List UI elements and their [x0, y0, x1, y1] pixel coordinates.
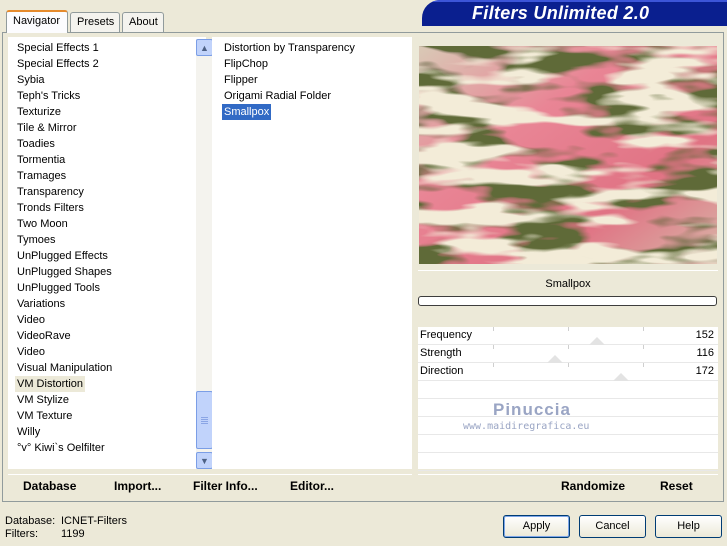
database-button[interactable]: Database — [23, 479, 76, 493]
cancel-button[interactable]: Cancel — [579, 515, 646, 538]
app-title: Filters Unlimited 2.0 — [472, 3, 650, 23]
reset-button[interactable]: Reset — [660, 479, 693, 493]
category-item[interactable]: Teph's Tricks — [15, 88, 82, 104]
preview-progress-bar — [418, 296, 717, 306]
category-item[interactable]: UnPlugged Tools — [15, 280, 102, 296]
category-item[interactable]: VideoRave — [15, 328, 73, 344]
slider-tick — [643, 363, 644, 367]
scroll-thumb[interactable] — [196, 391, 213, 449]
category-item[interactable]: Tronds Filters — [15, 200, 86, 216]
category-item[interactable]: Toadies — [15, 136, 57, 152]
filter-item[interactable]: Origami Radial Folder — [222, 88, 333, 104]
filters-count: 1199 — [61, 528, 85, 540]
slider-tick — [493, 363, 494, 367]
scroll-up-icon[interactable]: ▲ — [196, 39, 213, 56]
slider-tick — [568, 345, 569, 349]
filter-preview-image — [419, 46, 717, 264]
parameter-row[interactable]: Frequency 152 — [418, 327, 718, 345]
category-item[interactable]: VM Distortion — [15, 376, 86, 392]
slider-thumb[interactable] — [546, 355, 563, 363]
category-item[interactable]: Sybia — [15, 72, 47, 88]
filters-label: Filters: — [5, 528, 38, 540]
category-item[interactable]: Tramages — [15, 168, 68, 184]
parameter-value: 152 — [695, 329, 714, 341]
category-item[interactable]: UnPlugged Effects — [15, 248, 110, 264]
editor-button[interactable]: Editor... — [290, 479, 334, 493]
tab-about[interactable]: About — [122, 12, 164, 32]
import-button[interactable]: Import... — [114, 479, 161, 493]
filter-info-button[interactable]: Filter Info... — [193, 479, 258, 493]
parameter-value: 172 — [695, 365, 714, 377]
category-item[interactable]: Willy — [15, 424, 42, 440]
slider-tick — [493, 345, 494, 349]
category-item[interactable]: VM Texture — [15, 408, 74, 424]
parameters-panel: Frequency 152 Strength 116 Direction 172 — [418, 327, 718, 471]
slider-tick — [643, 345, 644, 349]
filter-item[interactable]: Smallpox — [222, 104, 272, 120]
parameter-label: Frequency — [420, 329, 472, 341]
category-item[interactable]: Visual Manipulation — [15, 360, 114, 376]
category-item[interactable]: Transparency — [15, 184, 86, 200]
category-scrollbar[interactable]: ▲ ▼ — [196, 39, 213, 469]
category-item[interactable]: UnPlugged Shapes — [15, 264, 114, 280]
category-item[interactable]: Tymoes — [15, 232, 58, 248]
slider-tick — [643, 327, 644, 331]
category-item[interactable]: °v° Kiwi`s Oelfilter — [15, 440, 107, 456]
title-banner: Filters Unlimited 2.0 — [422, 0, 727, 26]
filter-item[interactable]: FlipChop — [222, 56, 270, 72]
watermark-name: Pinuccia — [493, 400, 571, 419]
slider-tick — [493, 327, 494, 331]
category-item[interactable]: Tile & Mirror — [15, 120, 78, 136]
tab-presets[interactable]: Presets — [70, 12, 120, 32]
parameter-value: 116 — [696, 347, 714, 359]
randomize-button[interactable]: Randomize — [561, 479, 625, 493]
parameter-row — [418, 381, 718, 399]
category-item[interactable]: VM Stylize — [15, 392, 71, 408]
category-item[interactable]: Tormentia — [15, 152, 67, 168]
parameter-row[interactable]: Direction 172 — [418, 363, 718, 381]
preview-filter-name: Smallpox — [418, 270, 718, 296]
tab-navigator[interactable]: Navigator — [6, 10, 68, 33]
category-item[interactable]: Video — [15, 344, 47, 360]
parameter-row — [418, 435, 718, 453]
category-item[interactable]: Special Effects 1 — [15, 40, 101, 56]
database-label: Database: — [5, 515, 56, 527]
apply-button[interactable]: Apply — [503, 515, 570, 538]
category-item[interactable]: Texturize — [15, 104, 63, 120]
slider-thumb[interactable] — [588, 337, 605, 345]
database-value: ICNET-Filters — [61, 515, 127, 527]
slider-thumb[interactable] — [612, 373, 629, 381]
category-list[interactable]: ▲ ▼ Special Effects 1 Special Effects 2 Sy… — [8, 37, 213, 469]
category-item[interactable]: Video — [15, 312, 47, 328]
filter-item[interactable]: Distortion by Transparency — [222, 40, 357, 56]
watermark-url: www.maidiregrafica.eu — [463, 421, 590, 432]
parameter-label: Direction — [420, 365, 464, 377]
slider-tick — [568, 327, 569, 331]
parameter-row[interactable]: Strength 116 — [418, 345, 718, 363]
parameter-row — [418, 453, 718, 471]
category-item[interactable]: Variations — [15, 296, 67, 312]
filter-list[interactable]: Distortion by Transparency FlipChop Flippe… — [212, 37, 412, 469]
filter-item[interactable]: Flipper — [222, 72, 260, 88]
parameter-label: Strength — [420, 347, 462, 359]
help-button[interactable]: Help — [655, 515, 722, 538]
category-item[interactable]: Two Moon — [15, 216, 70, 232]
slider-tick — [568, 363, 569, 367]
category-item[interactable]: Special Effects 2 — [15, 56, 101, 72]
scroll-down-icon[interactable]: ▼ — [196, 452, 213, 469]
